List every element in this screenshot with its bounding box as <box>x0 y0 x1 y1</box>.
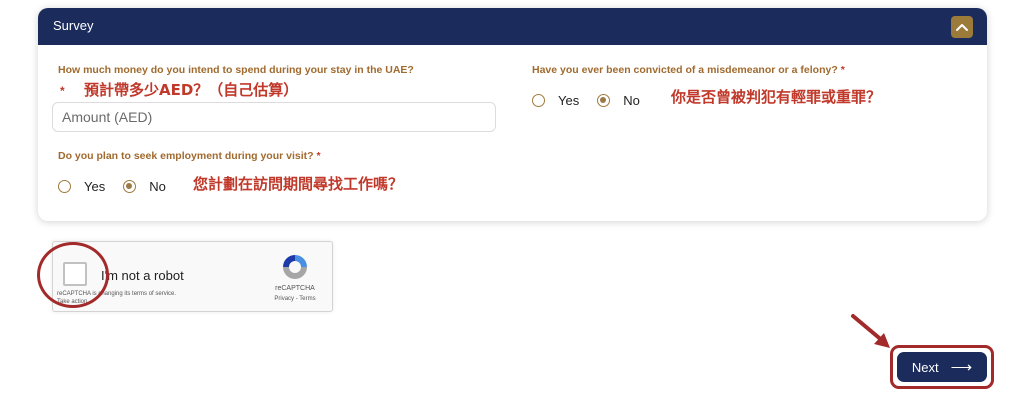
recaptcha-logo-icon <box>283 255 307 279</box>
spend-note: 預計帶多少AED？（自己估算） <box>84 81 299 99</box>
employment-note: 您計劃在訪問期間尋找工作嗎？ <box>193 175 404 193</box>
option-label: Yes <box>84 179 106 194</box>
card-header: Survey <box>38 8 987 45</box>
option-label: Yes <box>558 93 580 108</box>
employment-question-text: Do you plan to seek employment during yo… <box>58 150 314 162</box>
chevron-up-icon <box>956 24 968 31</box>
next-button-highlight: Next ⟶ <box>890 345 994 389</box>
option-label: No <box>149 179 166 194</box>
convicted-radio-group: Yes No <box>532 93 658 108</box>
spend-question-text: How much money do you intend to spend du… <box>58 64 414 76</box>
radio-no[interactable] <box>123 180 137 193</box>
convicted-option-no[interactable]: No <box>597 93 640 108</box>
convicted-option-yes[interactable]: Yes <box>532 93 579 108</box>
convicted-question-label: Have you ever been convicted of a misdem… <box>532 64 845 76</box>
survey-card: Survey How much money do you intend to s… <box>38 8 987 221</box>
radio-yes[interactable] <box>532 94 545 107</box>
recaptcha-label: I'm not a robot <box>101 268 184 283</box>
required-mark: * <box>60 84 65 98</box>
amount-input[interactable] <box>52 102 496 132</box>
card-title: Survey <box>53 18 94 33</box>
required-mark: * <box>840 64 845 76</box>
next-button[interactable]: Next ⟶ <box>897 352 987 382</box>
spend-question-label: How much money do you intend to spend du… <box>58 64 414 76</box>
red-arrow-icon <box>851 314 890 348</box>
collapse-button[interactable] <box>951 16 973 38</box>
convicted-note: 你是否曾被判犯有輕罪或重罪？ <box>671 88 882 106</box>
arrow-right-icon: ⟶ <box>950 359 973 376</box>
recaptcha-brand: reCAPTCHA <box>275 285 315 292</box>
employment-radio-group: Yes No <box>58 179 184 194</box>
radio-no[interactable] <box>597 94 611 107</box>
option-label: No <box>623 93 640 108</box>
convicted-question-text: Have you ever been convicted of a misdem… <box>532 64 838 76</box>
recaptcha-links[interactable]: Privacy - Terms <box>267 296 323 302</box>
required-mark: * <box>316 150 321 162</box>
employment-option-no[interactable]: No <box>123 179 166 194</box>
annotation-circle <box>37 242 109 308</box>
radio-yes[interactable] <box>58 180 71 193</box>
next-label: Next <box>911 359 939 375</box>
employment-option-yes[interactable]: Yes <box>58 179 105 194</box>
employment-question-label: Do you plan to seek employment during yo… <box>58 150 321 162</box>
